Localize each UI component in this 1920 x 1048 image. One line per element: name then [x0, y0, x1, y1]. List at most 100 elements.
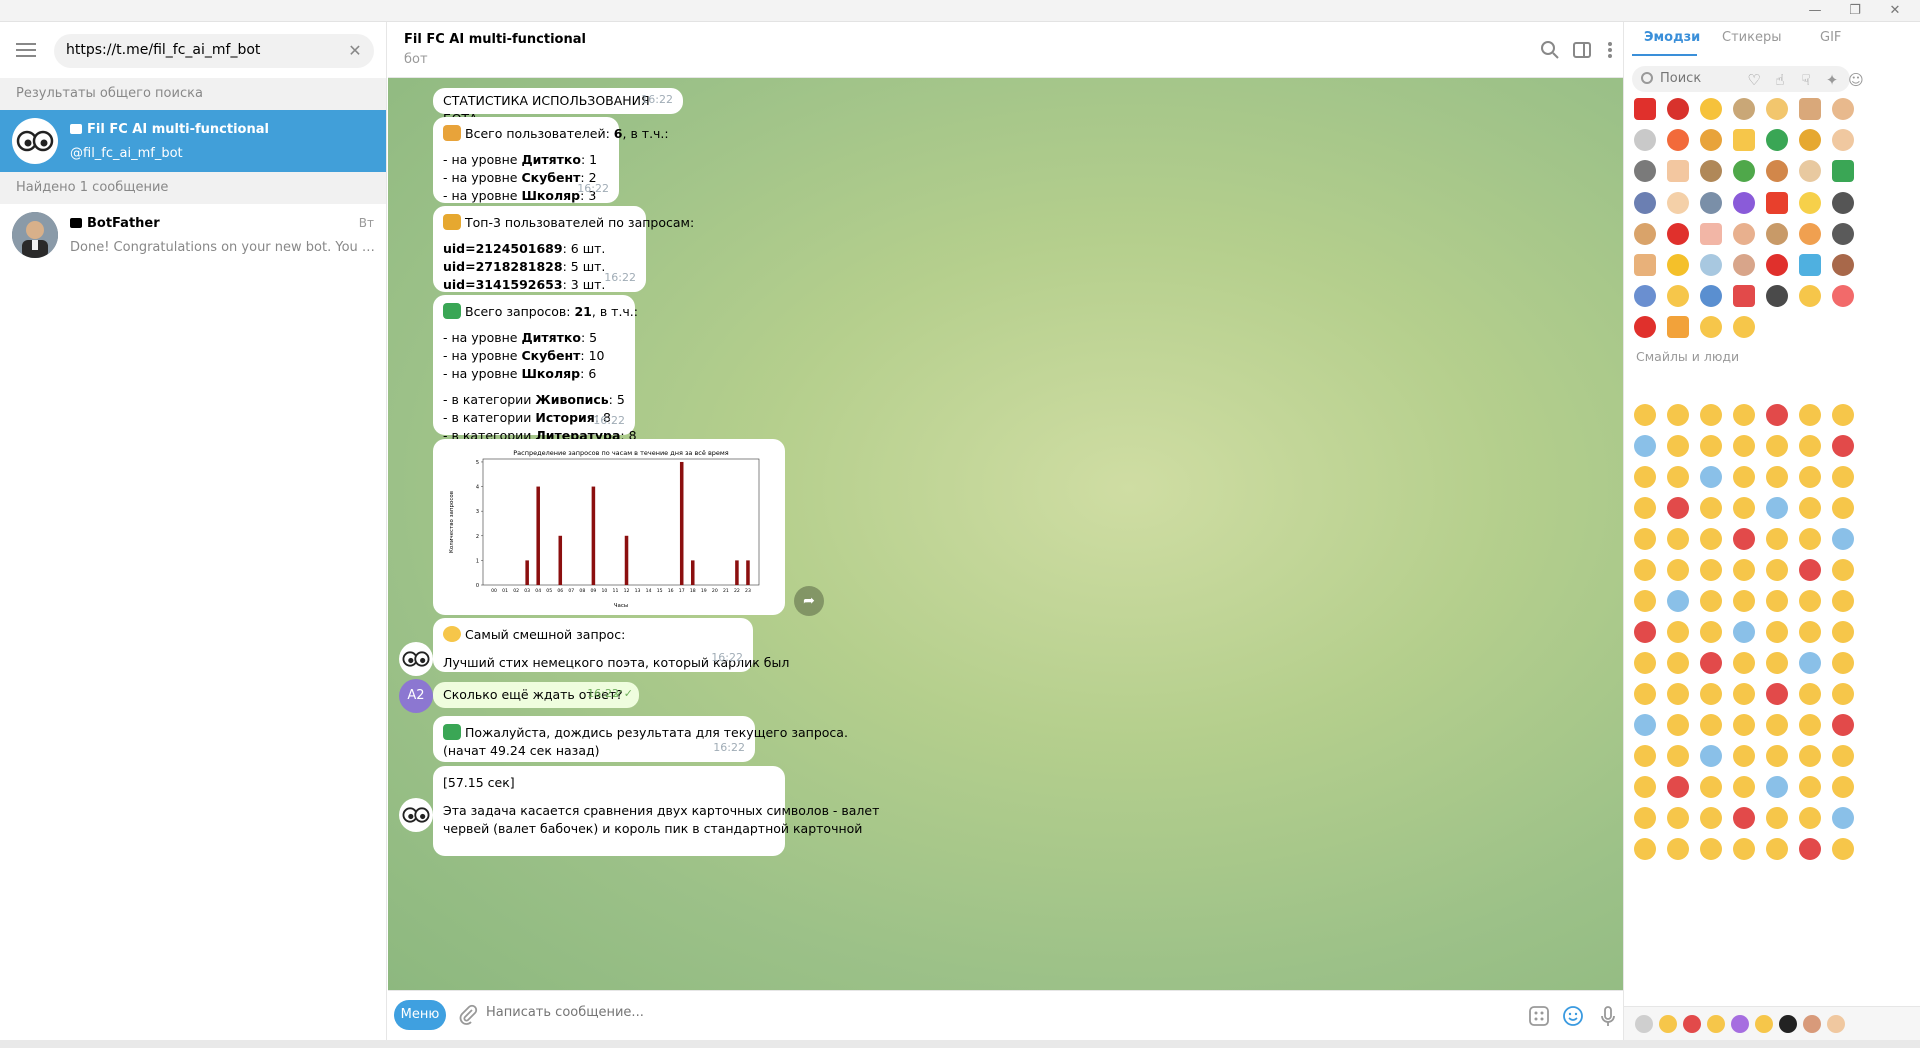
- smiley-emoji-cell[interactable]: [1729, 741, 1759, 771]
- smiley-emoji-cell[interactable]: [1696, 710, 1726, 740]
- smiley-emoji-cell[interactable]: [1630, 648, 1660, 678]
- smiley-emoji-cell[interactable]: [1663, 462, 1693, 492]
- more-icon[interactable]: [1598, 38, 1622, 62]
- emoji-cell[interactable]: [1663, 219, 1693, 249]
- party-filter-icon[interactable]: ✦: [1822, 70, 1842, 90]
- emoji-cell[interactable]: [1729, 94, 1759, 124]
- emoji-cell[interactable]: [1630, 94, 1660, 124]
- emoji-cell[interactable]: [1729, 156, 1759, 186]
- search-input[interactable]: [66, 42, 336, 58]
- emoji-cell[interactable]: [1630, 188, 1660, 218]
- smiley-emoji-cell[interactable]: [1795, 772, 1825, 802]
- smiley-emoji-cell[interactable]: [1696, 648, 1726, 678]
- smiley-emoji-cell[interactable]: [1630, 524, 1660, 554]
- sidebar-toggle-icon[interactable]: [1570, 38, 1594, 62]
- emoji-cell[interactable]: [1663, 94, 1693, 124]
- recent-icon[interactable]: [1632, 1012, 1656, 1036]
- emoji-cell[interactable]: [1795, 188, 1825, 218]
- emoji-cell[interactable]: [1762, 188, 1792, 218]
- smiley-emoji-cell[interactable]: [1696, 803, 1726, 833]
- emoji-cell[interactable]: [1663, 281, 1693, 311]
- image-message[interactable]: Распределение запросов по часам в течени…: [433, 439, 785, 615]
- forward-icon[interactable]: ➦: [794, 586, 824, 616]
- smiley-emoji-cell[interactable]: [1762, 431, 1792, 461]
- emoji-cell[interactable]: [1795, 219, 1825, 249]
- emoji-category-icon[interactable]: [1800, 1012, 1824, 1036]
- tab-stickers[interactable]: Стикеры: [1722, 30, 1781, 45]
- smiley-emoji-cell[interactable]: [1729, 834, 1759, 864]
- smiley-emoji-cell[interactable]: [1828, 679, 1858, 709]
- emoji-category-icon[interactable]: [1680, 1012, 1704, 1036]
- smiley-emoji-cell[interactable]: [1795, 834, 1825, 864]
- search-result-message[interactable]: BotFather Вт Done! Congratulations on yo…: [0, 204, 386, 266]
- emoji-cell[interactable]: [1762, 250, 1792, 280]
- smiley-emoji-cell[interactable]: [1729, 524, 1759, 554]
- message-list[interactable]: СТАТИСТИКА ИСПОЛЬЗОВАНИЯ БОТА 16:22 Всег…: [388, 78, 1623, 990]
- emoji-cell[interactable]: [1828, 219, 1858, 249]
- search-icon[interactable]: [1538, 38, 1562, 62]
- smiley-emoji-cell[interactable]: [1630, 803, 1660, 833]
- smiley-emoji-cell[interactable]: [1729, 679, 1759, 709]
- message-bubble[interactable]: СТАТИСТИКА ИСПОЛЬЗОВАНИЯ БОТА 16:22: [433, 88, 683, 126]
- smiley-emoji-cell[interactable]: [1762, 493, 1792, 523]
- emoji-cell[interactable]: [1762, 219, 1792, 249]
- message-bubble[interactable]: Всего пользователей: 6, в т.ч.: - на уро…: [433, 117, 669, 203]
- smiley-emoji-cell[interactable]: [1696, 431, 1726, 461]
- smiley-emoji-cell[interactable]: [1828, 834, 1858, 864]
- smiley-emoji-cell[interactable]: [1696, 462, 1726, 492]
- emoji-cell[interactable]: [1696, 219, 1726, 249]
- smiley-emoji-cell[interactable]: [1762, 617, 1792, 647]
- smiley-emoji-cell[interactable]: [1795, 617, 1825, 647]
- smiley-emoji-cell[interactable]: [1762, 679, 1792, 709]
- emoji-category-icon[interactable]: [1704, 1012, 1728, 1036]
- smiley-emoji-cell[interactable]: [1762, 400, 1792, 430]
- smiley-emoji-cell[interactable]: [1828, 741, 1858, 771]
- emoji-cell[interactable]: [1696, 94, 1726, 124]
- smiley-emoji-cell[interactable]: [1795, 741, 1825, 771]
- emoji-cell[interactable]: [1828, 94, 1858, 124]
- smiley-emoji-cell[interactable]: [1696, 586, 1726, 616]
- search-box[interactable]: ✕: [54, 34, 374, 68]
- emoji-cell[interactable]: [1696, 281, 1726, 311]
- smiley-emoji-cell[interactable]: [1795, 710, 1825, 740]
- emoji-cell[interactable]: [1795, 94, 1825, 124]
- smiley-emoji-cell[interactable]: [1729, 710, 1759, 740]
- emoji-cell[interactable]: [1828, 250, 1858, 280]
- close-window-button[interactable]: ✕: [1880, 2, 1910, 20]
- smiley-emoji-cell[interactable]: [1828, 555, 1858, 585]
- search-result-bot[interactable]: Fil FC AI multi-functional @fil_fc_ai_mf…: [0, 110, 386, 172]
- message-bubble[interactable]: Топ-3 пользователей по запросам: uid=212…: [433, 206, 694, 292]
- emoji-cell[interactable]: [1729, 281, 1759, 311]
- smiley-emoji-cell[interactable]: [1630, 710, 1660, 740]
- smiley-emoji-cell[interactable]: [1663, 400, 1693, 430]
- emoji-cell[interactable]: [1762, 281, 1792, 311]
- smiley-emoji-cell[interactable]: [1828, 617, 1858, 647]
- emoji-cell[interactable]: [1696, 188, 1726, 218]
- smiley-emoji-cell[interactable]: [1762, 803, 1792, 833]
- emoji-cell[interactable]: [1729, 250, 1759, 280]
- smiley-emoji-cell[interactable]: [1795, 586, 1825, 616]
- emoji-cell[interactable]: [1630, 219, 1660, 249]
- emoji-cell[interactable]: [1663, 188, 1693, 218]
- emoji-cell[interactable]: [1630, 281, 1660, 311]
- smiley-emoji-cell[interactable]: [1729, 586, 1759, 616]
- emoji-cell[interactable]: [1729, 312, 1759, 342]
- smiley-emoji-cell[interactable]: [1696, 555, 1726, 585]
- bot-avatar[interactable]: [399, 798, 433, 832]
- thumbs-up-filter-icon[interactable]: ☝: [1770, 70, 1790, 90]
- smiley-emoji-cell[interactable]: [1696, 679, 1726, 709]
- smiley-emoji-cell[interactable]: [1696, 493, 1726, 523]
- outgoing-message[interactable]: Сколько ещё ждать ответ? 16:22 ✓✓: [433, 682, 639, 708]
- smiley-emoji-cell[interactable]: [1795, 679, 1825, 709]
- smiley-emoji-cell[interactable]: [1795, 524, 1825, 554]
- smiley-emoji-cell[interactable]: [1795, 462, 1825, 492]
- emoji-cell[interactable]: [1795, 156, 1825, 186]
- smiley-emoji-cell[interactable]: [1828, 400, 1858, 430]
- emoji-cell[interactable]: [1729, 125, 1759, 155]
- message-bubble[interactable]: [57.15 сек] Эта задача касается сравнени…: [433, 766, 879, 856]
- smiley-emoji-cell[interactable]: [1762, 462, 1792, 492]
- smiley-emoji-cell[interactable]: [1663, 710, 1693, 740]
- smiley-emoji-cell[interactable]: [1729, 617, 1759, 647]
- microphone-icon[interactable]: [1595, 1003, 1621, 1029]
- menu-icon[interactable]: [16, 43, 36, 57]
